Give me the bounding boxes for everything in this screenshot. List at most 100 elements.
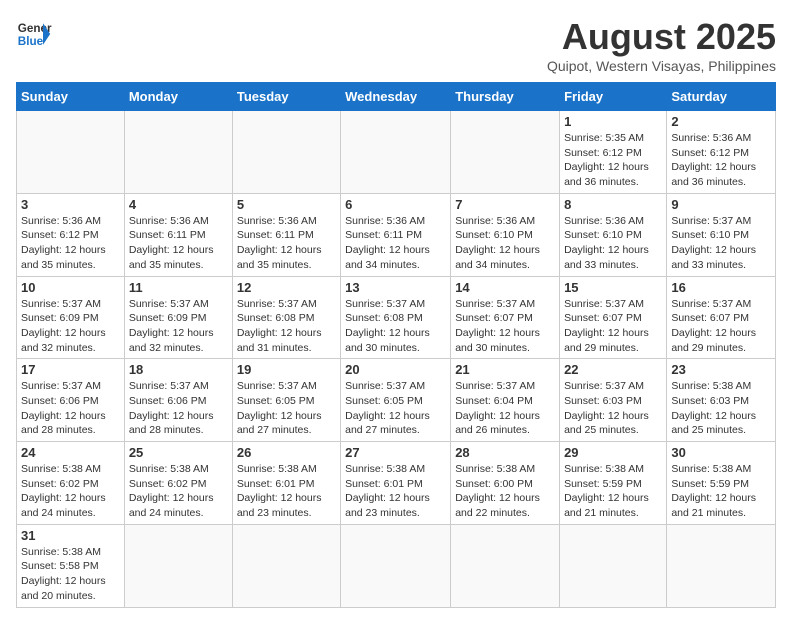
day-cell: 5Sunrise: 5:36 AMSunset: 6:11 PMDaylight…	[232, 193, 340, 276]
day-info: Sunrise: 5:37 AMSunset: 6:07 PMDaylight:…	[455, 297, 555, 356]
day-cell	[341, 111, 451, 194]
day-info: Sunrise: 5:36 AMSunset: 6:10 PMDaylight:…	[455, 214, 555, 273]
title-area: August 2025 Quipot, Western Visayas, Phi…	[547, 16, 776, 74]
day-info: Sunrise: 5:38 AMSunset: 6:02 PMDaylight:…	[129, 462, 228, 521]
day-cell	[17, 111, 125, 194]
day-info: Sunrise: 5:38 AMSunset: 6:00 PMDaylight:…	[455, 462, 555, 521]
day-number: 7	[455, 197, 555, 212]
day-info: Sunrise: 5:37 AMSunset: 6:07 PMDaylight:…	[564, 297, 662, 356]
day-cell	[124, 524, 232, 607]
week-row-4: 24 Sunrise: 5:38 AMSunset: 6:02 PMDayligh…	[17, 442, 776, 525]
day-cell: 30 Sunrise: 5:38 AMSunset: 5:59 PMDayligh…	[667, 442, 776, 525]
day-cell: 28Sunrise: 5:38 AMSunset: 6:00 PMDayligh…	[451, 442, 560, 525]
day-number: 18	[129, 362, 228, 377]
day-info: Sunrise: 5:37 AMSunset: 6:08 PMDaylight:…	[237, 297, 336, 356]
day-number: 22	[564, 362, 662, 377]
day-cell	[667, 524, 776, 607]
day-cell: 2Sunrise: 5:36 AMSunset: 6:12 PMDaylight…	[667, 111, 776, 194]
day-number: 15	[564, 280, 662, 295]
day-cell: 27Sunrise: 5:38 AMSunset: 6:01 PMDayligh…	[341, 442, 451, 525]
logo-icon: General Blue	[16, 16, 52, 52]
day-info: Sunrise: 5:37 AMSunset: 6:09 PMDaylight:…	[21, 297, 120, 356]
calendar-header: SundayMondayTuesdayWednesdayThursdayFrid…	[17, 83, 776, 111]
day-number: 8	[564, 197, 662, 212]
day-cell	[560, 524, 667, 607]
day-info: Sunrise: 5:38 AMSunset: 6:03 PMDaylight:…	[671, 379, 771, 438]
day-number: 26	[237, 445, 336, 460]
day-cell: 1Sunrise: 5:35 AMSunset: 6:12 PMDaylight…	[560, 111, 667, 194]
day-number: 6	[345, 197, 446, 212]
header: General Blue August 2025 Quipot, Western…	[16, 16, 776, 74]
page-subtitle: Quipot, Western Visayas, Philippines	[547, 58, 776, 74]
day-info: Sunrise: 5:38 AMSunset: 5:58 PMDaylight:…	[21, 545, 120, 604]
day-number: 9	[671, 197, 771, 212]
day-info: Sunrise: 5:37 AMSunset: 6:03 PMDaylight:…	[564, 379, 662, 438]
day-info: Sunrise: 5:38 AMSunset: 6:01 PMDaylight:…	[237, 462, 336, 521]
day-cell	[124, 111, 232, 194]
header-cell-tuesday: Tuesday	[232, 83, 340, 111]
header-cell-monday: Monday	[124, 83, 232, 111]
header-cell-sunday: Sunday	[17, 83, 125, 111]
day-number: 25	[129, 445, 228, 460]
day-cell: 22 Sunrise: 5:37 AMSunset: 6:03 PMDayligh…	[560, 359, 667, 442]
day-info: Sunrise: 5:36 AMSunset: 6:12 PMDaylight:…	[21, 214, 120, 273]
day-number: 30	[671, 445, 771, 460]
day-number: 21	[455, 362, 555, 377]
day-info: Sunrise: 5:36 AMSunset: 6:11 PMDaylight:…	[237, 214, 336, 273]
header-cell-friday: Friday	[560, 83, 667, 111]
day-info: Sunrise: 5:38 AMSunset: 6:02 PMDaylight:…	[21, 462, 120, 521]
day-cell: 7 Sunrise: 5:36 AMSunset: 6:10 PMDaylight…	[451, 193, 560, 276]
day-number: 16	[671, 280, 771, 295]
day-cell: 17 Sunrise: 5:37 AMSunset: 6:06 PMDayligh…	[17, 359, 125, 442]
day-number: 11	[129, 280, 228, 295]
day-cell: 11 Sunrise: 5:37 AMSunset: 6:09 PMDayligh…	[124, 276, 232, 359]
week-row-5: 31Sunrise: 5:38 AMSunset: 5:58 PMDayligh…	[17, 524, 776, 607]
week-row-2: 10Sunrise: 5:37 AMSunset: 6:09 PMDayligh…	[17, 276, 776, 359]
day-number: 29	[564, 445, 662, 460]
day-info: Sunrise: 5:37 AMSunset: 6:09 PMDaylight:…	[129, 297, 228, 356]
day-cell	[232, 111, 340, 194]
week-row-1: 3 Sunrise: 5:36 AMSunset: 6:12 PMDaylight…	[17, 193, 776, 276]
day-cell: 31Sunrise: 5:38 AMSunset: 5:58 PMDayligh…	[17, 524, 125, 607]
day-info: Sunrise: 5:37 AMSunset: 6:07 PMDaylight:…	[671, 297, 771, 356]
day-cell	[232, 524, 340, 607]
day-cell: 14 Sunrise: 5:37 AMSunset: 6:07 PMDayligh…	[451, 276, 560, 359]
day-cell	[341, 524, 451, 607]
day-info: Sunrise: 5:37 AMSunset: 6:05 PMDaylight:…	[345, 379, 446, 438]
week-row-0: 1Sunrise: 5:35 AMSunset: 6:12 PMDaylight…	[17, 111, 776, 194]
day-cell: 20 Sunrise: 5:37 AMSunset: 6:05 PMDayligh…	[341, 359, 451, 442]
day-info: Sunrise: 5:37 AMSunset: 6:08 PMDaylight:…	[345, 297, 446, 356]
day-number: 27	[345, 445, 446, 460]
day-cell: 29Sunrise: 5:38 AMSunset: 5:59 PMDayligh…	[560, 442, 667, 525]
day-cell: 21Sunrise: 5:37 AMSunset: 6:04 PMDayligh…	[451, 359, 560, 442]
week-row-3: 17 Sunrise: 5:37 AMSunset: 6:06 PMDayligh…	[17, 359, 776, 442]
day-info: Sunrise: 5:36 AMSunset: 6:10 PMDaylight:…	[564, 214, 662, 273]
day-number: 19	[237, 362, 336, 377]
day-number: 12	[237, 280, 336, 295]
day-cell: 4Sunrise: 5:36 AMSunset: 6:11 PMDaylight…	[124, 193, 232, 276]
day-cell: 15 Sunrise: 5:37 AMSunset: 6:07 PMDayligh…	[560, 276, 667, 359]
header-cell-saturday: Saturday	[667, 83, 776, 111]
day-cell: 6Sunrise: 5:36 AMSunset: 6:11 PMDaylight…	[341, 193, 451, 276]
logo: General Blue	[16, 16, 52, 52]
day-info: Sunrise: 5:37 AMSunset: 6:10 PMDaylight:…	[671, 214, 771, 273]
day-number: 17	[21, 362, 120, 377]
day-number: 3	[21, 197, 120, 212]
day-cell	[451, 111, 560, 194]
day-cell: 13 Sunrise: 5:37 AMSunset: 6:08 PMDayligh…	[341, 276, 451, 359]
day-number: 14	[455, 280, 555, 295]
day-number: 20	[345, 362, 446, 377]
day-info: Sunrise: 5:35 AMSunset: 6:12 PMDaylight:…	[564, 131, 662, 190]
day-info: Sunrise: 5:37 AMSunset: 6:06 PMDaylight:…	[21, 379, 120, 438]
day-cell: 26 Sunrise: 5:38 AMSunset: 6:01 PMDayligh…	[232, 442, 340, 525]
day-cell: 12 Sunrise: 5:37 AMSunset: 6:08 PMDayligh…	[232, 276, 340, 359]
day-number: 24	[21, 445, 120, 460]
day-cell: 18Sunrise: 5:37 AMSunset: 6:06 PMDayligh…	[124, 359, 232, 442]
day-cell: 3 Sunrise: 5:36 AMSunset: 6:12 PMDaylight…	[17, 193, 125, 276]
day-number: 23	[671, 362, 771, 377]
day-info: Sunrise: 5:38 AMSunset: 5:59 PMDaylight:…	[671, 462, 771, 521]
svg-text:Blue: Blue	[18, 35, 44, 48]
day-number: 4	[129, 197, 228, 212]
day-cell: 23 Sunrise: 5:38 AMSunset: 6:03 PMDayligh…	[667, 359, 776, 442]
day-number: 13	[345, 280, 446, 295]
